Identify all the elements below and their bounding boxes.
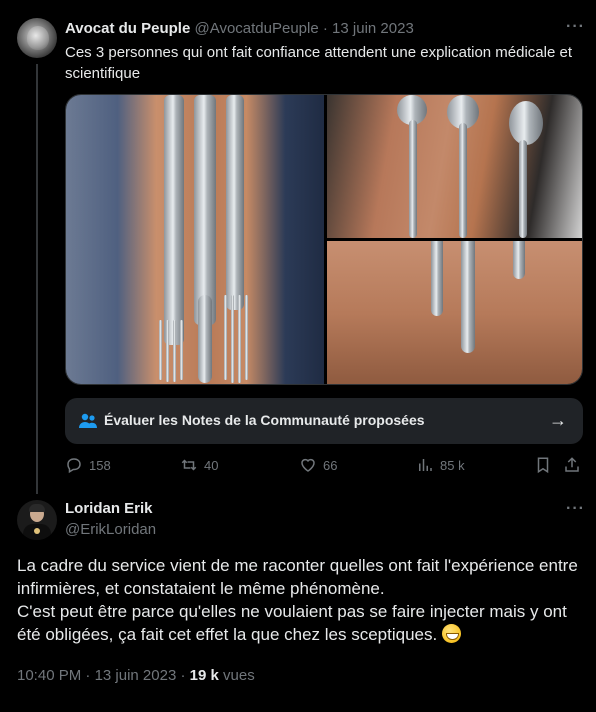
bookmark-icon xyxy=(537,457,549,474)
views-count: 85 k xyxy=(440,457,465,473)
retweet-button[interactable]: 40 xyxy=(180,456,218,474)
views-button[interactable]: 85 k xyxy=(416,456,465,474)
separator-dot: · xyxy=(85,667,91,684)
photo-left-arm[interactable] xyxy=(66,95,324,384)
author-handle[interactable]: @AvocatduPeuple xyxy=(194,20,318,37)
bar-chart-icon xyxy=(419,459,432,471)
author-handle[interactable]: @ErikLoridan xyxy=(65,521,156,538)
tweet-date[interactable]: 13 juin 2023 xyxy=(332,20,414,37)
media-grid[interactable] xyxy=(65,94,583,385)
thread-connector-line xyxy=(36,64,38,494)
author-name[interactable]: Loridan Erik xyxy=(65,500,153,517)
community-notes-banner[interactable]: Évaluer les Notes de la Communauté propo… xyxy=(65,398,583,444)
action-bar: 158 40 66 85 k xyxy=(65,456,583,476)
photo-spoon-handles[interactable] xyxy=(327,241,582,384)
tweet-paragraph-2-text: C'est peut être parce qu'elles ne voulai… xyxy=(17,602,567,644)
more-dots-icon[interactable]: ··· xyxy=(566,500,585,518)
avatar[interactable] xyxy=(17,18,57,58)
tweet-date[interactable]: 13 juin 2023 xyxy=(95,667,177,684)
arrow-right-icon: → xyxy=(549,410,567,430)
reply-count: 158 xyxy=(89,457,111,473)
share-button[interactable] xyxy=(563,456,587,474)
tweet-text: La cadre du service vient de me raconter… xyxy=(17,554,587,646)
like-button[interactable]: 66 xyxy=(299,456,337,474)
more-dots-icon[interactable]: ··· xyxy=(566,18,585,36)
tweet-paragraph-2: C'est peut être parce qu'elles ne voulai… xyxy=(17,600,587,646)
separator-dot: · xyxy=(322,20,328,37)
community-notes-label: Évaluer les Notes de la Communauté propo… xyxy=(104,412,425,428)
reply-bubble-icon xyxy=(67,458,81,474)
tweet-meta: 10:40 PM · 13 juin 2023 · 19 k vues xyxy=(17,667,255,684)
separator-dot: · xyxy=(180,667,186,684)
tweet-header: Avocat du Peuple @AvocatduPeuple · 13 ju… xyxy=(65,20,414,37)
author-name[interactable]: Avocat du Peuple xyxy=(65,20,190,37)
share-icon xyxy=(565,457,579,472)
tweet-time[interactable]: 10:40 PM xyxy=(17,667,81,684)
bookmark-button[interactable] xyxy=(534,456,558,474)
like-count: 66 xyxy=(323,457,338,473)
views-label: vues xyxy=(223,667,255,684)
avatar[interactable] xyxy=(17,500,57,540)
photo-spoons-arm[interactable] xyxy=(327,95,582,238)
reply-button[interactable]: 158 xyxy=(65,456,111,474)
retweet-count: 40 xyxy=(204,457,219,473)
tweet-paragraph-1: La cadre du service vient de me raconter… xyxy=(17,556,578,598)
retweet-icon xyxy=(181,459,197,471)
people-icon xyxy=(79,413,97,428)
heart-icon xyxy=(301,458,315,472)
grinning-face-emoji xyxy=(441,624,461,643)
tweet-text: Ces 3 personnes qui ont fait confiance a… xyxy=(65,44,572,82)
views-count: 19 k xyxy=(189,667,219,684)
